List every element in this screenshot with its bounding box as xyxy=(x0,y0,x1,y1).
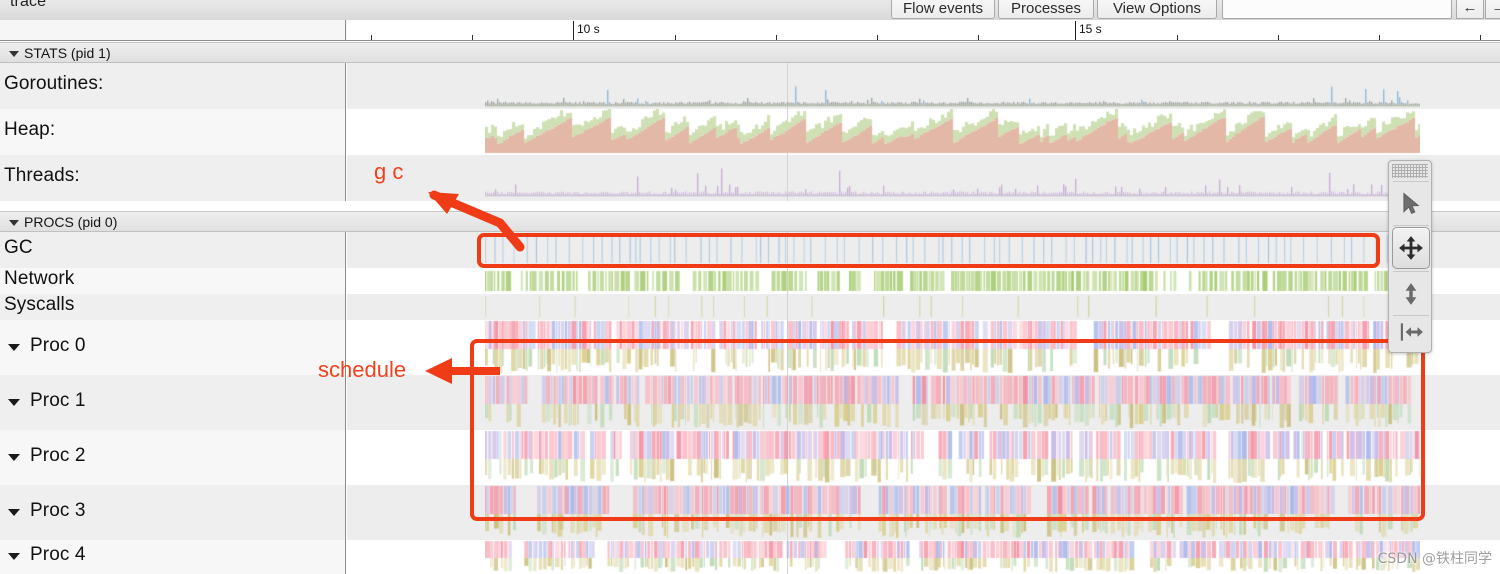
nav-forward-button[interactable]: → xyxy=(1485,0,1500,19)
track-proc[interactable] xyxy=(485,485,1420,540)
timeline-ruler[interactable]: 10 s 15 s xyxy=(0,20,1500,41)
ruler-tick xyxy=(776,35,777,40)
track-proc[interactable] xyxy=(485,540,1420,574)
track-row[interactable]: Syscalls xyxy=(0,294,1500,320)
watermark: CSDN @铁柱同学 xyxy=(1377,551,1492,567)
window-title: trace xyxy=(10,0,47,10)
horizontal-resize-tool[interactable] xyxy=(1392,311,1430,353)
row-label: Goroutines: xyxy=(4,73,104,94)
row-label: Network xyxy=(4,268,75,289)
ruler-tick xyxy=(877,35,878,40)
track-row[interactable]: Heap: xyxy=(0,109,1500,155)
track-row[interactable]: Proc 4 xyxy=(0,540,1500,574)
track-row[interactable]: Proc 0 xyxy=(0,320,1500,375)
row-label: Proc 0 xyxy=(30,335,86,356)
track-row[interactable]: Proc 3 xyxy=(0,485,1500,540)
tool-palette[interactable] xyxy=(1388,160,1432,353)
row-label: Heap: xyxy=(4,119,56,140)
schedule-annotation: schedule xyxy=(318,357,407,382)
row-label: GC xyxy=(4,237,33,258)
track-row[interactable]: Proc 2 xyxy=(0,430,1500,485)
track-row[interactable]: Network xyxy=(0,268,1500,294)
row-label: Syscalls xyxy=(4,294,75,315)
group-header[interactable]: PROCS (pid 0) xyxy=(0,211,1500,232)
track-network[interactable] xyxy=(485,268,1420,294)
row-label: Proc 2 xyxy=(30,445,86,466)
track-proc[interactable] xyxy=(485,430,1420,485)
ruler-tick xyxy=(472,35,473,40)
ruler-tick xyxy=(371,35,372,40)
select-arrow-tool[interactable] xyxy=(1392,183,1430,225)
ruler-tick xyxy=(1379,35,1380,40)
ruler-major-tick xyxy=(573,21,574,40)
track-threads[interactable] xyxy=(485,155,1420,201)
group-label: STATS (pid 1) xyxy=(24,45,111,61)
row-label: Proc 3 xyxy=(30,500,86,521)
view-options-button[interactable]: View Options xyxy=(1097,0,1217,19)
track-proc[interactable] xyxy=(485,320,1420,375)
track-row[interactable]: Goroutines: xyxy=(0,63,1500,109)
flow-events-button[interactable]: Flow events xyxy=(891,0,995,19)
track-goroutines[interactable] xyxy=(485,63,1420,109)
row-label: Threads: xyxy=(4,165,80,186)
ruler-sidebar-gutter xyxy=(0,20,346,40)
group-expander-icon[interactable] xyxy=(9,51,19,57)
ruler-tick xyxy=(1177,35,1178,40)
row-label: Proc 4 xyxy=(30,544,86,565)
cursor-arrow-icon xyxy=(1403,192,1420,215)
track-proc[interactable] xyxy=(485,375,1420,430)
ruler-label: 15 s xyxy=(1079,22,1102,36)
move-four-arrows-icon xyxy=(1399,236,1423,260)
track-heap[interactable] xyxy=(485,109,1420,155)
ruler-tick xyxy=(675,35,676,40)
track-row[interactable]: Proc 1 xyxy=(0,375,1500,430)
pan-move-tool[interactable] xyxy=(1392,227,1430,269)
group-header[interactable]: STATS (pid 1) xyxy=(0,42,1500,63)
processes-button[interactable]: Processes xyxy=(998,0,1094,19)
palette-drag-handle[interactable] xyxy=(1392,164,1428,178)
nav-back-button[interactable]: ← xyxy=(1456,0,1484,19)
row-label: Proc 1 xyxy=(30,390,86,411)
ruler-tick xyxy=(1278,35,1279,40)
arrow-up-down-icon xyxy=(1405,283,1417,305)
ruler-major-tick xyxy=(1075,21,1076,40)
track-row[interactable]: GC xyxy=(0,232,1500,268)
ruler-label: 10 s xyxy=(577,22,600,36)
ruler-tick xyxy=(1480,35,1481,40)
arrow-left-right-icon xyxy=(1400,323,1423,341)
row-expander-icon[interactable] xyxy=(8,344,20,351)
vertical-zoom-tool[interactable] xyxy=(1392,273,1430,315)
group-label: PROCS (pid 0) xyxy=(24,214,118,230)
row-label-cell xyxy=(0,232,346,268)
search-input[interactable] xyxy=(1222,0,1452,19)
group-expander-icon[interactable] xyxy=(9,220,19,226)
top-toolbar: trace Flow events Processes View Options… xyxy=(0,0,1500,21)
go-trace-viewer: trace Flow events Processes View Options… xyxy=(0,0,1500,574)
ruler-tick xyxy=(978,35,979,40)
ruler-ticks[interactable]: 10 s 15 s xyxy=(347,20,1500,40)
track-gc[interactable] xyxy=(485,232,1420,268)
row-expander-icon[interactable] xyxy=(8,509,20,516)
gc-annotation: g c xyxy=(374,159,404,184)
row-expander-icon[interactable] xyxy=(8,553,20,560)
row-expander-icon[interactable] xyxy=(8,399,20,406)
track-row[interactable]: Threads: xyxy=(0,155,1500,201)
row-expander-icon[interactable] xyxy=(8,454,20,461)
track-syscalls[interactable] xyxy=(485,294,1420,320)
